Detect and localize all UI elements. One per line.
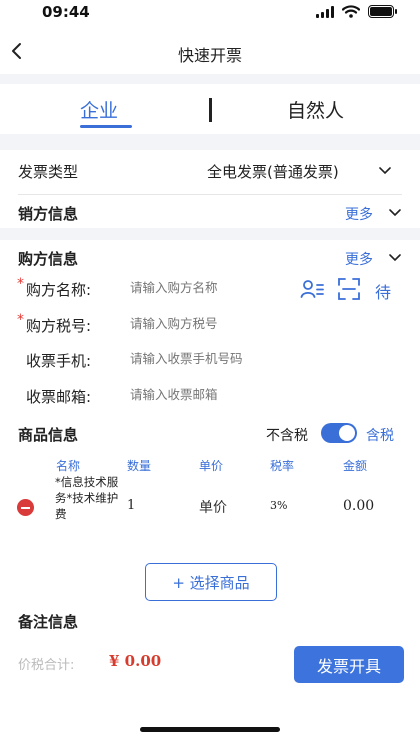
pending-button[interactable]: 待 xyxy=(375,279,391,303)
chevron-down-icon xyxy=(389,209,401,217)
select-goods-button[interactable]: + 选择商品 xyxy=(145,563,277,601)
wifi-icon xyxy=(342,5,360,18)
tax-inclusive-label: 含税 xyxy=(366,428,394,444)
invoice-type-value: 全电发票(普通发票) xyxy=(207,163,339,181)
status-time: 09:44 xyxy=(42,3,90,21)
column-header-quantity: 数量 xyxy=(127,459,152,473)
scan-icon[interactable] xyxy=(337,277,361,301)
page-title: 快速开票 xyxy=(177,46,242,65)
remark-section-title: 备注信息 xyxy=(18,613,79,631)
buyer-tax-id-label: 购方税号: xyxy=(26,317,92,335)
buyer-tax-id-input[interactable] xyxy=(130,316,290,331)
buyer-more-button[interactable]: 更多 xyxy=(345,249,373,269)
tab-enterprise[interactable]: 企业 xyxy=(80,96,118,123)
buyer-section-header: 购方信息 更多 xyxy=(0,244,420,272)
divider xyxy=(18,194,402,195)
required-asterisk: * xyxy=(17,276,24,292)
column-header-unit-price: 单价 xyxy=(199,459,224,473)
active-tab-indicator xyxy=(80,125,132,128)
section-gap xyxy=(0,134,420,150)
battery-icon xyxy=(368,5,397,18)
contact-list-icon[interactable] xyxy=(300,277,324,301)
section-gap xyxy=(0,74,420,84)
total-value: ¥ 0.00 xyxy=(109,652,162,670)
column-header-name: 名称 xyxy=(56,459,81,473)
item-amount[interactable]: 0.00 xyxy=(343,498,374,514)
invoice-type-row[interactable]: 发票类型 全电发票(普通发票) xyxy=(0,150,420,194)
signal-icon xyxy=(316,5,334,18)
receiver-phone-input[interactable] xyxy=(130,351,310,366)
remove-item-icon[interactable] xyxy=(17,499,34,516)
buyer-section-title: 购方信息 xyxy=(18,250,79,268)
item-quantity[interactable]: 1 xyxy=(127,498,135,513)
status-icons xyxy=(316,5,397,18)
receiver-phone-label: 收票手机: xyxy=(26,352,92,370)
issue-invoice-button[interactable]: 发票开具 xyxy=(294,646,404,683)
section-gap xyxy=(0,228,420,240)
column-header-tax-rate: 税率 xyxy=(270,459,295,473)
nav-bar: 快速开票 xyxy=(0,30,420,74)
seller-more-button[interactable]: 更多 xyxy=(345,204,373,224)
chevron-down-icon xyxy=(379,167,391,175)
item-name: *信息技术服务*技术维护费 xyxy=(55,475,119,521)
total-label: 价税合计: xyxy=(18,658,75,673)
invoice-type-label: 发票类型 xyxy=(18,163,79,181)
tax-exclusive-label: 不含税 xyxy=(266,428,308,444)
required-asterisk: * xyxy=(17,312,24,328)
tab-natural-person[interactable]: 自然人 xyxy=(287,96,344,123)
item-tax-rate[interactable]: 3% xyxy=(270,499,287,512)
seller-section-header: 销方信息 更多 xyxy=(0,196,420,226)
select-goods-label: + 选择商品 xyxy=(172,573,250,592)
chevron-down-icon xyxy=(389,254,401,262)
receiver-email-label: 收票邮箱: xyxy=(26,388,92,406)
status-bar: 09:44 xyxy=(0,0,420,26)
home-indicator xyxy=(140,727,280,732)
receiver-email-input[interactable] xyxy=(130,387,290,402)
buyer-name-label: 购方名称: xyxy=(26,281,92,299)
item-unit-price[interactable]: 单价 xyxy=(199,497,227,517)
column-header-amount: 金额 xyxy=(343,459,368,473)
buyer-name-input[interactable] xyxy=(130,280,290,295)
tab-divider xyxy=(209,98,212,122)
goods-section-title: 商品信息 xyxy=(18,426,79,444)
seller-section-title: 销方信息 xyxy=(18,205,79,223)
tax-inclusive-toggle[interactable] xyxy=(321,423,357,443)
tabs: 企业 自然人 xyxy=(0,84,420,134)
